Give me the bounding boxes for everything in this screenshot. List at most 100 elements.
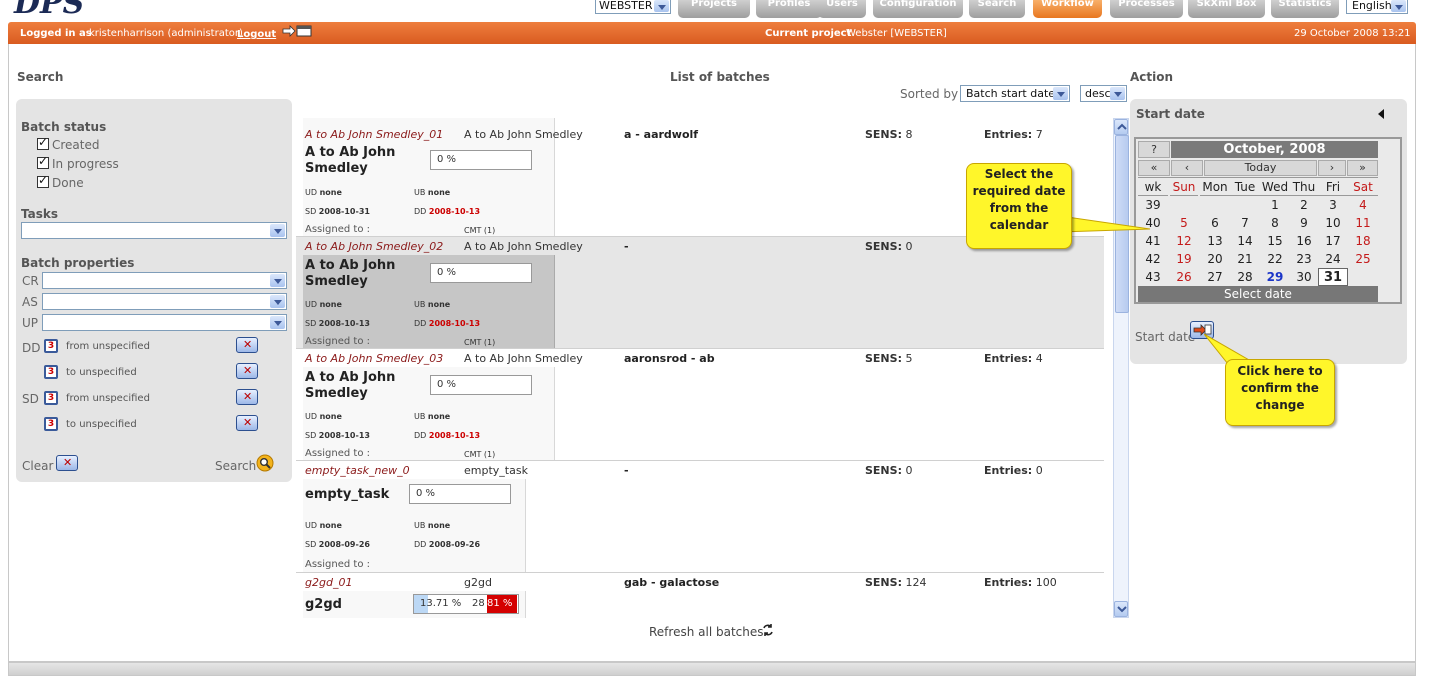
calendar-day[interactable]: 28 xyxy=(1230,268,1260,286)
calendar-day[interactable]: 23 xyxy=(1290,250,1318,268)
calendar-day[interactable]: 9 xyxy=(1290,214,1318,232)
tab-statistics[interactable]: Statistics xyxy=(1271,0,1339,18)
clear-sd-to-button[interactable] xyxy=(236,415,258,431)
calendar-day[interactable]: 19 xyxy=(1170,250,1198,268)
calendar-day[interactable]: 18 xyxy=(1348,232,1378,250)
calendar-widget[interactable]: ? October, 2008 « ‹ Today › » wk Sun Mon Tu… xyxy=(1134,137,1402,304)
batch-task: A to Ab John Smedley xyxy=(464,128,583,141)
sort-order-select[interactable]: desc xyxy=(1080,85,1127,102)
calendar-day[interactable]: 24 xyxy=(1318,250,1348,268)
calendar-day[interactable]: 1 xyxy=(1260,196,1290,214)
tab-workflow[interactable]: Workflow xyxy=(1033,0,1102,18)
prop-as-select[interactable] xyxy=(42,293,287,310)
calendar-day[interactable]: 3 xyxy=(1318,196,1348,214)
calendar-day[interactable]: 20 xyxy=(1200,250,1230,268)
calendar-prev-month[interactable]: ‹ xyxy=(1171,160,1203,176)
checkbox-checked-icon xyxy=(37,173,49,188)
status-in-progress-checkbox[interactable]: In progress xyxy=(37,154,119,171)
calendar-day[interactable]: 7 xyxy=(1230,214,1260,232)
collapse-icon[interactable] xyxy=(1378,109,1384,119)
batch-name[interactable]: g2gd_01 xyxy=(305,576,352,589)
cmt-link[interactable]: CMT (1) xyxy=(464,226,495,235)
calendar-day[interactable]: 12 xyxy=(1170,232,1198,250)
calendar-icon[interactable]: 3 xyxy=(44,391,58,405)
assigned-label: Assigned to : xyxy=(305,559,370,570)
tab-skxml-box[interactable]: SkXml Box xyxy=(1188,0,1265,18)
cmt-link[interactable]: CMT (1) xyxy=(464,338,495,347)
project-select[interactable]: WEBSTER xyxy=(595,0,671,14)
calendar-day[interactable]: 8 xyxy=(1260,214,1290,232)
calendar-day[interactable]: 10 xyxy=(1318,214,1348,232)
prop-up-select[interactable] xyxy=(42,314,287,331)
tab-profiles[interactable]: Profiles xyxy=(756,0,822,18)
calendar-day[interactable]: 30 xyxy=(1290,268,1318,286)
tasks-select[interactable] xyxy=(21,222,287,239)
calendar-day[interactable]: 11 xyxy=(1348,214,1378,232)
scroll-up-button[interactable] xyxy=(1114,119,1128,135)
batch-name[interactable]: A to Ab John Smedley_03 xyxy=(305,352,443,365)
calendar-day[interactable]: 17 xyxy=(1318,232,1348,250)
clear-dd-from-button[interactable] xyxy=(236,337,258,353)
calendar-day[interactable]: 27 xyxy=(1200,268,1230,286)
language-select[interactable]: English xyxy=(1346,0,1408,14)
calendar-icon[interactable]: 3 xyxy=(44,365,58,379)
dd-value: 2008-09-26 xyxy=(428,540,481,549)
chevron-down-icon xyxy=(270,224,285,237)
refresh-all-link[interactable]: Refresh all batches xyxy=(649,625,763,639)
calendar-day[interactable]: 15 xyxy=(1260,232,1290,250)
switch-window-icon[interactable] xyxy=(282,24,314,38)
sort-field-select[interactable]: Batch start date xyxy=(960,85,1070,102)
tab-search[interactable]: Search xyxy=(969,0,1025,18)
calendar-prev-year[interactable]: « xyxy=(1138,160,1170,176)
batch-row[interactable]: A to Ab John Smedley_02 A to Ab John Sme… xyxy=(296,237,1104,349)
status-done-checkbox[interactable]: Done xyxy=(37,173,84,190)
calendar-day[interactable]: 2 xyxy=(1290,196,1318,214)
batch-name[interactable]: A to Ab John Smedley_01 xyxy=(305,128,443,141)
calendar-icon[interactable]: 3 xyxy=(44,339,58,353)
scroll-down-button[interactable] xyxy=(1114,601,1128,617)
calendar-next-month[interactable]: › xyxy=(1318,160,1346,176)
prop-cr-select[interactable] xyxy=(42,272,287,289)
calendar-day[interactable]: 14 xyxy=(1230,232,1260,250)
cmt-link[interactable]: CMT (1) xyxy=(464,450,495,459)
calendar-day[interactable]: 13 xyxy=(1200,232,1230,250)
batch-title: A to Ab John Smedley xyxy=(305,145,396,176)
calendar-help-button[interactable]: ? xyxy=(1138,141,1170,158)
tab-users[interactable]: Users xyxy=(818,0,866,18)
calendar-day[interactable]: 4 xyxy=(1348,196,1378,214)
batch-name[interactable]: empty_task_new_0 xyxy=(305,464,410,477)
calendar-day[interactable]: 26 xyxy=(1170,268,1198,286)
tab-processes[interactable]: Processes xyxy=(1110,0,1183,18)
calendar-day[interactable]: 25 xyxy=(1348,250,1378,268)
ub-value: none xyxy=(427,521,451,530)
calendar-today[interactable]: Today xyxy=(1204,160,1317,176)
calendar-day[interactable]: 22 xyxy=(1260,250,1290,268)
batch-list-scrollbar[interactable] xyxy=(1113,118,1129,618)
tab-configuration[interactable]: Configuration xyxy=(873,0,963,18)
ub-value: none xyxy=(427,188,451,197)
status-created-checkbox[interactable]: Created xyxy=(37,135,100,152)
batch-row[interactable]: empty_task_new_0 empty_task - SENS: 0 En… xyxy=(296,461,1104,573)
sd-from-text: from unspecified xyxy=(66,393,150,404)
batch-name[interactable]: A to Ab John Smedley_02 xyxy=(305,240,443,253)
clear-sd-from-button[interactable] xyxy=(236,389,258,405)
batch-row[interactable]: g2gd_01 g2gd gab - galactose SENS: 124 E… xyxy=(296,573,1104,618)
logout-link[interactable]: Logout xyxy=(237,29,276,40)
clear-dd-to-button[interactable] xyxy=(236,363,258,379)
search-link[interactable]: Search xyxy=(215,459,256,473)
calendar-day[interactable]: 16 xyxy=(1290,232,1318,250)
calendar-icon[interactable]: 3 xyxy=(44,417,58,431)
calendar-day[interactable]: 5 xyxy=(1170,214,1198,232)
magnifier-icon[interactable] xyxy=(256,454,274,472)
calendar-grid[interactable]: wk Sun Mon Tue Wed Thu Fri Sat 39 1 2 3 4 40 5 6 7 8 9 10 11… xyxy=(1138,178,1378,288)
calendar-day[interactable]: 29 xyxy=(1260,268,1290,286)
calendar-next-year[interactable]: » xyxy=(1347,160,1378,176)
calendar-day[interactable]: 31 xyxy=(1318,268,1348,286)
tab-projects[interactable]: Projects xyxy=(678,0,750,18)
refresh-icon[interactable] xyxy=(760,622,776,638)
batch-row[interactable]: A to Ab John Smedley_03 A to Ab John Sme… xyxy=(296,349,1104,461)
calendar-day[interactable]: 6 xyxy=(1200,214,1230,232)
calendar-day[interactable]: 21 xyxy=(1230,250,1260,268)
clear-link[interactable]: Clear xyxy=(22,459,53,473)
clear-all-button[interactable] xyxy=(56,455,78,471)
